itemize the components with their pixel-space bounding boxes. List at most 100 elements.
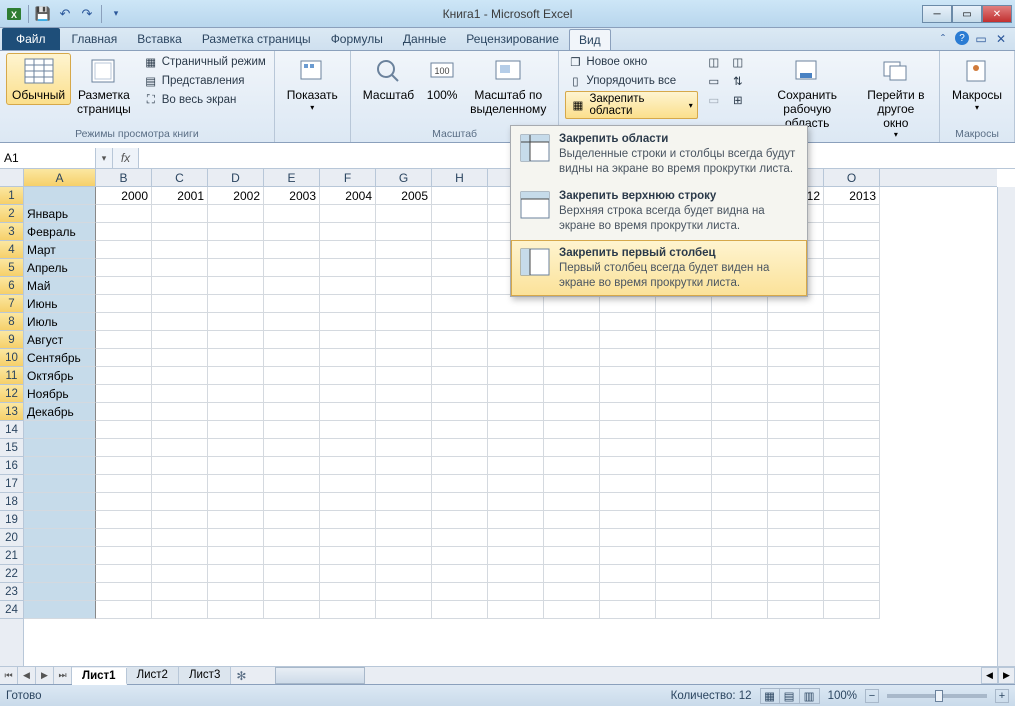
excel-icon[interactable]: X	[4, 4, 24, 24]
cell[interactable]: 2001	[152, 187, 208, 205]
cell[interactable]	[768, 313, 824, 331]
cell[interactable]	[152, 403, 208, 421]
column-header[interactable]: C	[152, 169, 208, 186]
column-header[interactable]: E	[264, 169, 320, 186]
cell[interactable]	[96, 583, 152, 601]
cell[interactable]	[208, 385, 264, 403]
tab-formulas[interactable]: Формулы	[321, 28, 393, 50]
cell[interactable]	[96, 421, 152, 439]
cell[interactable]	[712, 367, 768, 385]
cell[interactable]	[376, 493, 432, 511]
cell[interactable]	[376, 277, 432, 295]
cell[interactable]	[96, 457, 152, 475]
tab-data[interactable]: Данные	[393, 28, 456, 50]
cell[interactable]: Апрель	[24, 259, 96, 277]
tab-review[interactable]: Рецензирование	[456, 28, 569, 50]
column-header[interactable]: O	[824, 169, 880, 186]
cell[interactable]	[208, 529, 264, 547]
cell[interactable]	[768, 421, 824, 439]
cell[interactable]	[320, 295, 376, 313]
cell[interactable]	[600, 421, 656, 439]
cell[interactable]	[264, 205, 320, 223]
cell[interactable]	[376, 367, 432, 385]
side-by-side-button[interactable]: ◫	[728, 53, 748, 71]
cell[interactable]	[264, 403, 320, 421]
cell[interactable]	[712, 565, 768, 583]
cell[interactable]	[24, 583, 96, 601]
cell[interactable]	[320, 421, 376, 439]
cell[interactable]	[208, 457, 264, 475]
cell[interactable]	[264, 493, 320, 511]
cell[interactable]	[600, 349, 656, 367]
cell[interactable]	[544, 349, 600, 367]
cell[interactable]	[320, 367, 376, 385]
zoom-button[interactable]: Масштаб	[357, 53, 420, 105]
cell[interactable]	[376, 259, 432, 277]
cell[interactable]	[208, 277, 264, 295]
cell[interactable]	[544, 313, 600, 331]
cell[interactable]	[24, 529, 96, 547]
cell[interactable]: 2002	[208, 187, 264, 205]
cell[interactable]	[152, 313, 208, 331]
cell[interactable]	[600, 547, 656, 565]
cell[interactable]	[488, 313, 544, 331]
normal-view-button[interactable]: Обычный	[6, 53, 71, 105]
sheet-nav-prev[interactable]: ◀	[18, 667, 36, 684]
cell[interactable]	[264, 313, 320, 331]
cell[interactable]	[432, 511, 488, 529]
tab-view[interactable]: Вид	[569, 29, 611, 50]
row-header[interactable]: 21	[0, 547, 23, 565]
new-window-button[interactable]: ❐Новое окно	[565, 53, 697, 71]
cell[interactable]	[376, 349, 432, 367]
maximize-button[interactable]: ▭	[952, 5, 982, 23]
cell[interactable]	[824, 565, 880, 583]
cell[interactable]	[656, 385, 712, 403]
cell[interactable]	[656, 583, 712, 601]
cell[interactable]	[208, 475, 264, 493]
cell[interactable]	[488, 367, 544, 385]
sheet-nav-next[interactable]: ▶	[36, 667, 54, 684]
cell[interactable]	[320, 583, 376, 601]
cell[interactable]	[656, 493, 712, 511]
cell[interactable]	[320, 403, 376, 421]
cell[interactable]: 2004	[320, 187, 376, 205]
cell[interactable]	[712, 493, 768, 511]
cell[interactable]	[768, 403, 824, 421]
cell[interactable]	[376, 223, 432, 241]
row-header[interactable]: 1	[0, 187, 23, 205]
cell[interactable]	[712, 421, 768, 439]
cell[interactable]	[376, 403, 432, 421]
cell[interactable]	[488, 421, 544, 439]
cell[interactable]	[544, 295, 600, 313]
cell[interactable]	[208, 565, 264, 583]
cell[interactable]	[376, 313, 432, 331]
cell[interactable]	[824, 511, 880, 529]
cell[interactable]	[320, 331, 376, 349]
cell[interactable]	[208, 241, 264, 259]
cell[interactable]	[320, 601, 376, 619]
cell[interactable]	[656, 331, 712, 349]
cell[interactable]	[376, 295, 432, 313]
cell[interactable]	[376, 421, 432, 439]
cell[interactable]	[208, 259, 264, 277]
cell[interactable]	[96, 439, 152, 457]
cell[interactable]	[768, 349, 824, 367]
cell[interactable]	[824, 349, 880, 367]
cell[interactable]	[600, 403, 656, 421]
sheet-nav-last[interactable]: ⏭	[54, 667, 72, 684]
cell[interactable]	[264, 277, 320, 295]
undo-icon[interactable]: ↶	[55, 4, 75, 24]
cell[interactable]	[264, 349, 320, 367]
cell[interactable]	[712, 295, 768, 313]
cell[interactable]	[320, 439, 376, 457]
zoom-selection-button[interactable]: Масштаб по выделенному	[464, 53, 552, 119]
cell[interactable]	[712, 439, 768, 457]
window-close-icon[interactable]: ✕	[993, 31, 1009, 47]
cell[interactable]	[208, 439, 264, 457]
cell[interactable]	[544, 547, 600, 565]
cell[interactable]	[600, 457, 656, 475]
cell[interactable]	[712, 349, 768, 367]
cell[interactable]	[656, 295, 712, 313]
cell[interactable]	[656, 403, 712, 421]
row-header[interactable]: 18	[0, 493, 23, 511]
